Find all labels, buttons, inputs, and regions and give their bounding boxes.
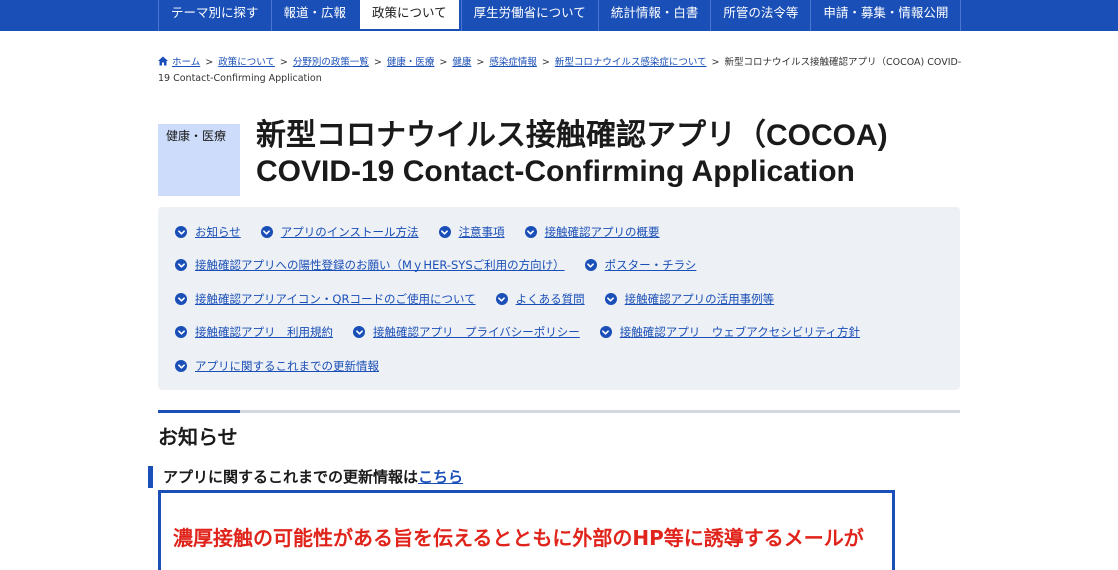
toc-link[interactable]: アプリに関するこれまでの更新情報 xyxy=(175,357,379,375)
nav-item-6[interactable]: 申請・募集・情報公開 xyxy=(810,0,962,31)
toc-link[interactable]: 注意事項 xyxy=(438,223,505,241)
chevron-down-icon xyxy=(604,293,617,305)
chevron-down-icon xyxy=(584,259,597,271)
toc-link[interactable]: 接触確認アプリ ウェブアクセシビリティ方針 xyxy=(599,323,861,341)
breadcrumb-item[interactable]: 健康・医療 xyxy=(387,57,435,68)
update-history-link[interactable]: こちら xyxy=(418,468,463,486)
toc-link[interactable]: 接触確認アプリアイコン・QRコードのご使用について xyxy=(175,290,476,308)
breadcrumb-home[interactable]: ホーム xyxy=(172,57,200,68)
breadcrumb-item[interactable]: 新型コロナウイルス感染症について xyxy=(555,57,707,68)
chevron-down-icon xyxy=(599,326,612,338)
toc-row: 接触確認アプリへの陽性登録のお願い（MｙHER-SYSご利用の方向け） ポスター・… xyxy=(175,256,716,274)
toc-link[interactable]: アプリのインストール方法 xyxy=(260,223,419,241)
toc-link-label: 注意事項 xyxy=(458,225,505,239)
breadcrumb-separator: > xyxy=(711,57,720,68)
chevron-down-icon xyxy=(175,360,187,372)
breadcrumb: ホーム > 政策について > 分野別の政策一覧 > 健康・医療 > 健康 > 感染症情報 > 新型コロナ… xyxy=(158,55,963,87)
notice-text: 濃厚接触の可能性がある旨を伝えるとともに外部のHP等に誘導するメールが xyxy=(173,526,864,550)
toc-link[interactable]: 接触確認アプリの活用事例等 xyxy=(604,290,775,308)
toc-link-label: お知らせ xyxy=(195,225,241,239)
toc-link[interactable]: 接触確認アプリ 利用規約 xyxy=(175,323,333,341)
chevron-down-icon xyxy=(495,293,508,305)
notice-box: 濃厚接触の可能性がある旨を伝えるとともに外部のHP等に誘導するメールが xyxy=(158,490,895,570)
toc-link-label: 接触確認アプリの活用事例等 xyxy=(624,292,775,306)
toc-row: お知らせ アプリのインストール方法 注意事項 接触確認アプリの概要 xyxy=(175,223,680,241)
global-nav: テーマ別に探す 報道・広報 政策について 厚生労働省について 統計情報・白書 所管の法令等… xyxy=(0,0,1118,31)
toc-link-label: アプリに関するこれまでの更新情報 xyxy=(195,359,379,373)
chevron-down-icon xyxy=(438,226,451,238)
toc-link-label: 接触確認アプリアイコン・QRコードのご使用について xyxy=(195,292,476,306)
breadcrumb-separator: > xyxy=(439,57,448,68)
chevron-down-icon xyxy=(353,326,365,338)
toc-link-label: 接触確認アプリ プライバシーポリシー xyxy=(373,325,580,339)
toc-row: 接触確認アプリアイコン・QRコードのご使用について よくある質問 接触確認アプリの活… xyxy=(175,290,794,308)
chevron-down-icon xyxy=(175,259,187,271)
toc-link[interactable]: お知らせ xyxy=(175,223,241,241)
section-divider-accent xyxy=(158,410,240,413)
breadcrumb-item[interactable]: 感染症情報 xyxy=(489,57,537,68)
toc-link-label: 接触確認アプリへの陽性登録のお願い（MｙHER-SYSご利用の方向け） xyxy=(195,258,565,272)
chevron-down-icon xyxy=(175,226,187,238)
toc-link[interactable]: 接触確認アプリの概要 xyxy=(524,223,660,241)
toc-link[interactable]: ポスター・チラシ xyxy=(584,256,697,274)
toc-link[interactable]: よくある質問 xyxy=(495,290,585,308)
nav-item-4[interactable]: 統計情報・白書 xyxy=(597,0,711,31)
chevron-down-icon xyxy=(175,326,187,338)
nav-item-2[interactable]: 政策について xyxy=(358,0,461,31)
section-title-news: お知らせ xyxy=(158,425,238,449)
breadcrumb-separator: > xyxy=(279,57,288,68)
toc-row: アプリに関するこれまでの更新情報 xyxy=(175,357,399,375)
toc-link-label: 接触確認アプリの概要 xyxy=(544,225,660,239)
section-divider xyxy=(158,410,960,413)
chevron-down-icon xyxy=(524,226,537,238)
home-icon xyxy=(158,56,168,66)
toc-link-label: アプリのインストール方法 xyxy=(280,225,419,239)
update-history-heading: アプリに関するこれまでの更新情報はこちら xyxy=(148,466,463,488)
breadcrumb-separator: > xyxy=(205,57,214,68)
toc-link-label: 接触確認アプリ ウェブアクセシビリティ方針 xyxy=(619,325,861,339)
category-tag: 健康・医療 xyxy=(158,124,240,196)
breadcrumb-separator: > xyxy=(373,57,382,68)
breadcrumb-separator: > xyxy=(541,57,550,68)
toc-row: 接触確認アプリ 利用規約 接触確認アプリ プライバシーポリシー 接触確認アプリ ウェ… xyxy=(175,323,880,341)
toc-link-label: ポスター・チラシ xyxy=(604,258,697,272)
table-of-contents: お知らせ アプリのインストール方法 注意事項 接触確認アプリの概要接触確認アプリへの陽… xyxy=(158,207,960,390)
breadcrumb-item[interactable]: 健康 xyxy=(452,57,471,68)
update-history-text: アプリに関するこれまでの更新情報は xyxy=(163,468,419,486)
toc-link-label: よくある質問 xyxy=(515,292,585,306)
breadcrumb-separator: > xyxy=(476,57,485,68)
nav-item-1[interactable]: 報道・広報 xyxy=(270,0,359,31)
nav-item-5[interactable]: 所管の法令等 xyxy=(710,0,810,31)
breadcrumb-item[interactable]: 分野別の政策一覧 xyxy=(293,57,369,68)
toc-link[interactable]: 接触確認アプリへの陽性登録のお願い（MｙHER-SYSご利用の方向け） xyxy=(175,256,565,274)
breadcrumb-item[interactable]: 政策について xyxy=(218,57,275,68)
nav-item-3[interactable]: 厚生労働省について xyxy=(460,0,598,31)
chevron-down-icon xyxy=(175,293,187,305)
global-nav-items: テーマ別に探す 報道・広報 政策について 厚生労働省について 統計情報・白書 所管の法令等… xyxy=(158,0,962,31)
toc-link-label: 接触確認アプリ 利用規約 xyxy=(195,325,333,339)
toc-link[interactable]: 接触確認アプリ プライバシーポリシー xyxy=(353,323,580,341)
nav-item-0[interactable]: テーマ別に探す xyxy=(158,0,271,31)
chevron-down-icon xyxy=(260,226,273,238)
page-title: 新型コロナウイルス接触確認アプリ（COCOA) COVID-19 Contact… xyxy=(256,119,888,188)
